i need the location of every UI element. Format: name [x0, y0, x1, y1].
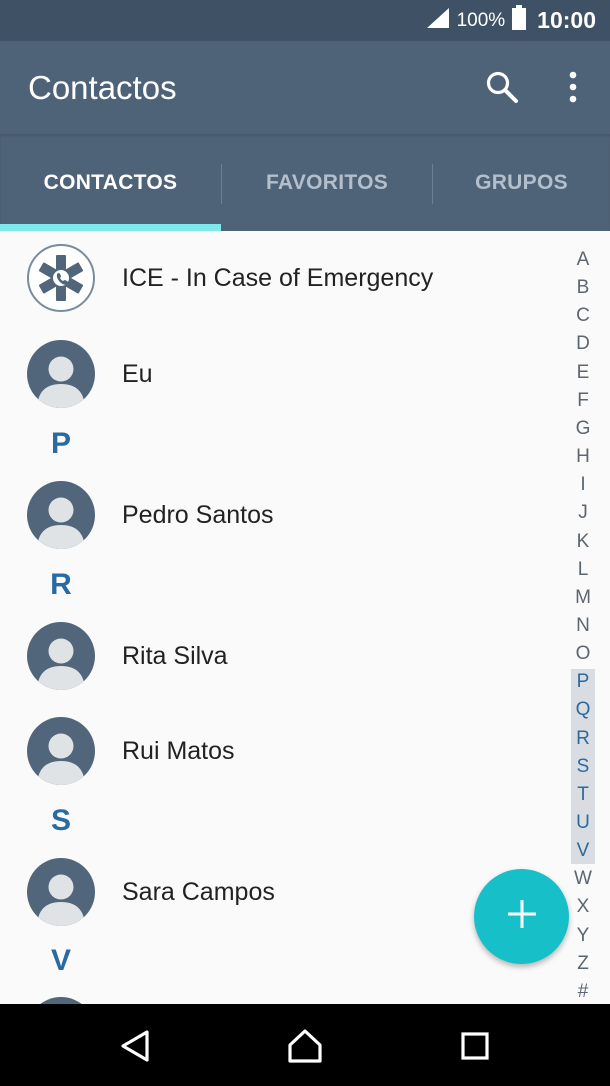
home-icon[interactable] [283, 1024, 327, 1068]
index-letter-q[interactable]: Q [571, 699, 595, 721]
index-letter-s[interactable]: S [571, 756, 595, 778]
index-letter-p[interactable]: P [571, 671, 595, 693]
index-letter-n[interactable]: N [571, 615, 595, 637]
index-letter-b[interactable]: B [571, 277, 595, 299]
avatar [27, 481, 95, 549]
section-header-r: R [50, 568, 72, 601]
avatar [27, 858, 95, 926]
contact-name: Eu [122, 360, 153, 388]
list-item-pedro[interactable]: Pedro Santos [0, 468, 568, 562]
index-letter-c[interactable]: C [571, 305, 595, 327]
list-item-me[interactable]: Eu [0, 327, 568, 421]
avatar [27, 622, 95, 690]
more-vert-icon[interactable] [553, 67, 593, 107]
avatar [27, 340, 95, 408]
navigation-bar [0, 1004, 610, 1086]
tab-favoritos[interactable]: FAVORITOS [222, 134, 432, 231]
index-letter-t[interactable]: T [571, 784, 595, 806]
index-letter-l[interactable]: L [571, 559, 595, 581]
tab-indicator [0, 224, 221, 231]
battery-icon [511, 5, 527, 36]
index-letter-r[interactable]: R [571, 728, 595, 750]
recents-icon[interactable] [453, 1024, 497, 1068]
index-letter-g[interactable]: G [571, 418, 595, 440]
avatar [27, 997, 95, 1004]
section-header-p: P [50, 427, 71, 460]
index-letter-e[interactable]: E [571, 362, 595, 384]
back-icon[interactable] [113, 1024, 157, 1068]
index-letter-hash[interactable]: # [571, 981, 595, 1003]
index-letter-w[interactable]: W [571, 868, 595, 890]
index-letter-x[interactable]: X [571, 896, 595, 918]
status-time: 10:00 [537, 7, 596, 33]
tab-contactos[interactable]: CONTACTOS [0, 134, 221, 231]
tab-bar: CONTACTOS FAVORITOS GRUPOS [0, 134, 610, 231]
contact-name: Pedro Santos [122, 501, 274, 529]
app-bar: Contactos [0, 41, 610, 134]
index-letter-d[interactable]: D [571, 333, 595, 355]
tab-grupos[interactable]: GRUPOS [433, 134, 610, 231]
contact-name: ICE - In Case of Emergency [122, 264, 434, 292]
index-letter-a[interactable]: A [571, 249, 595, 271]
contact-name: Rita Silva [122, 642, 228, 670]
avatar [27, 717, 95, 785]
contact-name: Rui Matos [122, 737, 235, 765]
list-item-rui[interactable]: Rui Matos [0, 704, 568, 798]
battery-percent: 100% [456, 9, 506, 31]
contact-name: Sara Campos [122, 878, 275, 906]
section-header-v: V [50, 944, 71, 977]
list-item-rita[interactable]: Rita Silva [0, 609, 568, 703]
index-letter-y[interactable]: Y [571, 925, 595, 947]
list-item-partial[interactable] [0, 984, 568, 1004]
section-header-s: S [50, 804, 71, 837]
index-letter-m[interactable]: M [571, 587, 595, 609]
index-letter-j[interactable]: J [571, 502, 595, 524]
plus-icon [507, 899, 537, 934]
add-contact-button[interactable] [474, 869, 569, 964]
index-letter-o[interactable]: O [571, 643, 595, 665]
signal-icon [425, 6, 451, 35]
index-letter-u[interactable]: U [571, 812, 595, 834]
index-letter-z[interactable]: Z [571, 953, 595, 975]
index-letter-i[interactable]: I [571, 474, 595, 496]
status-bar: 100% 10:00 [0, 0, 610, 41]
page-title: Contactos [28, 69, 177, 106]
index-letter-f[interactable]: F [571, 390, 595, 412]
emergency-icon [27, 244, 95, 312]
index-letter-k[interactable]: K [571, 531, 595, 553]
list-item-ice[interactable]: ICE - In Case of Emergency [0, 231, 568, 325]
index-letter-v[interactable]: V [571, 840, 595, 862]
search-icon[interactable] [482, 67, 522, 107]
index-letter-h[interactable]: H [571, 446, 595, 468]
status-indicators: 100% 10:00 [425, 0, 596, 41]
